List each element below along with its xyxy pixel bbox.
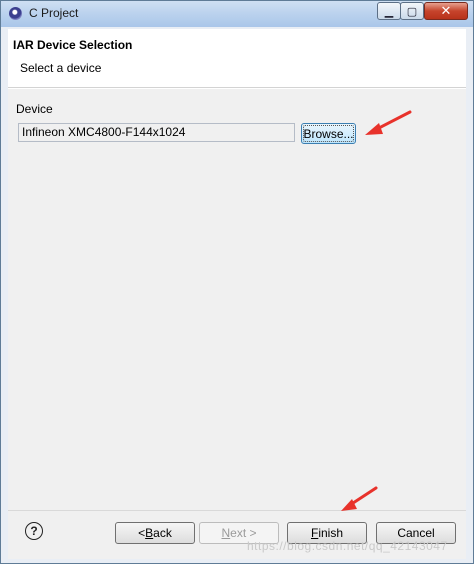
help-icon[interactable]: ? xyxy=(25,522,43,540)
annotation-arrow xyxy=(365,110,412,135)
watermark: https://blog.csdn.net/qq_42143047 xyxy=(247,539,448,553)
minimize-button[interactable]: ▁ xyxy=(377,2,401,20)
wizard-content: Device Infineon XMC4800-F144x1024 Browse… xyxy=(8,88,466,511)
maximize-icon: ▢ xyxy=(406,5,418,18)
window-title: C Project xyxy=(29,6,79,20)
wizard-header: IAR Device Selection Select a device xyxy=(8,29,466,88)
title-bar[interactable]: C Project ▁ ▢ ✕ xyxy=(1,1,473,27)
close-button[interactable]: ✕ xyxy=(424,2,468,20)
minimize-icon: ▁ xyxy=(384,5,394,18)
page-subtitle: Select a device xyxy=(20,61,102,75)
back-button[interactable]: < Back xyxy=(115,522,195,544)
eclipse-icon xyxy=(9,7,22,20)
device-label: Device xyxy=(16,102,53,116)
browse-button[interactable]: Browse... xyxy=(301,123,356,144)
dialog-window: C Project ▁ ▢ ✕ IAR Device Selection Sel… xyxy=(0,0,474,564)
close-icon: ✕ xyxy=(440,3,452,18)
device-field[interactable]: Infineon XMC4800-F144x1024 xyxy=(18,123,295,142)
page-title: IAR Device Selection xyxy=(13,38,133,52)
maximize-button[interactable]: ▢ xyxy=(400,2,424,20)
annotation-arrow xyxy=(341,486,378,511)
